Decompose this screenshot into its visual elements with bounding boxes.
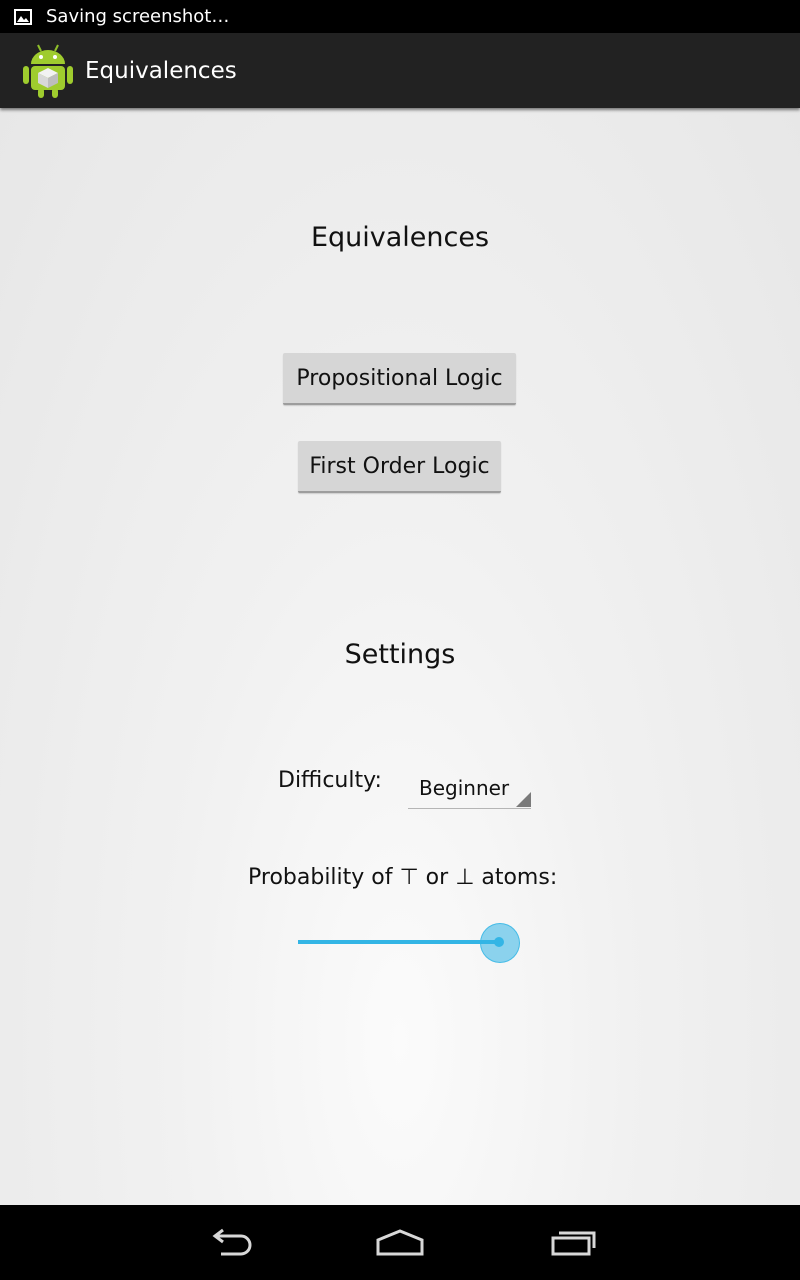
content-area: Equivalences Propositional Logic First O… bbox=[0, 108, 800, 1205]
bottom-symbol: ⊥ bbox=[455, 865, 475, 890]
home-icon[interactable] bbox=[370, 1219, 430, 1267]
android-app-icon[interactable] bbox=[21, 42, 75, 100]
propositional-logic-button[interactable]: Propositional Logic bbox=[283, 353, 516, 405]
difficulty-spinner[interactable]: Beginner bbox=[408, 774, 531, 809]
settings-heading: Settings bbox=[344, 639, 456, 670]
status-bar: Saving screenshot… bbox=[0, 0, 800, 33]
probability-label-prefix: Probability of bbox=[248, 865, 393, 890]
seekbar-track bbox=[298, 940, 500, 944]
difficulty-label: Difficulty: bbox=[278, 768, 382, 793]
probability-label: Probability of ⊤ or ⊥ atoms: bbox=[248, 865, 557, 890]
probability-label-or: or bbox=[425, 865, 449, 890]
dropdown-arrow-icon bbox=[516, 792, 531, 807]
main-heading: Equivalences bbox=[310, 222, 490, 253]
screen: Saving screenshot… Equivalences Equivale… bbox=[0, 0, 800, 1280]
difficulty-spinner-value: Beginner bbox=[419, 776, 510, 800]
notification-text: Saving screenshot… bbox=[46, 6, 230, 27]
recent-apps-icon[interactable] bbox=[542, 1219, 602, 1267]
seekbar-thumb-dot bbox=[494, 937, 504, 947]
navigation-bar bbox=[0, 1205, 800, 1280]
probability-label-suffix: atoms: bbox=[481, 865, 558, 890]
image-icon bbox=[12, 6, 34, 28]
top-symbol: ⊤ bbox=[399, 865, 419, 890]
action-bar: Equivalences bbox=[0, 33, 800, 108]
action-bar-title: Equivalences bbox=[85, 57, 237, 84]
first-order-logic-button[interactable]: First Order Logic bbox=[298, 441, 501, 493]
probability-seekbar[interactable] bbox=[298, 920, 523, 964]
back-icon[interactable] bbox=[200, 1219, 260, 1267]
